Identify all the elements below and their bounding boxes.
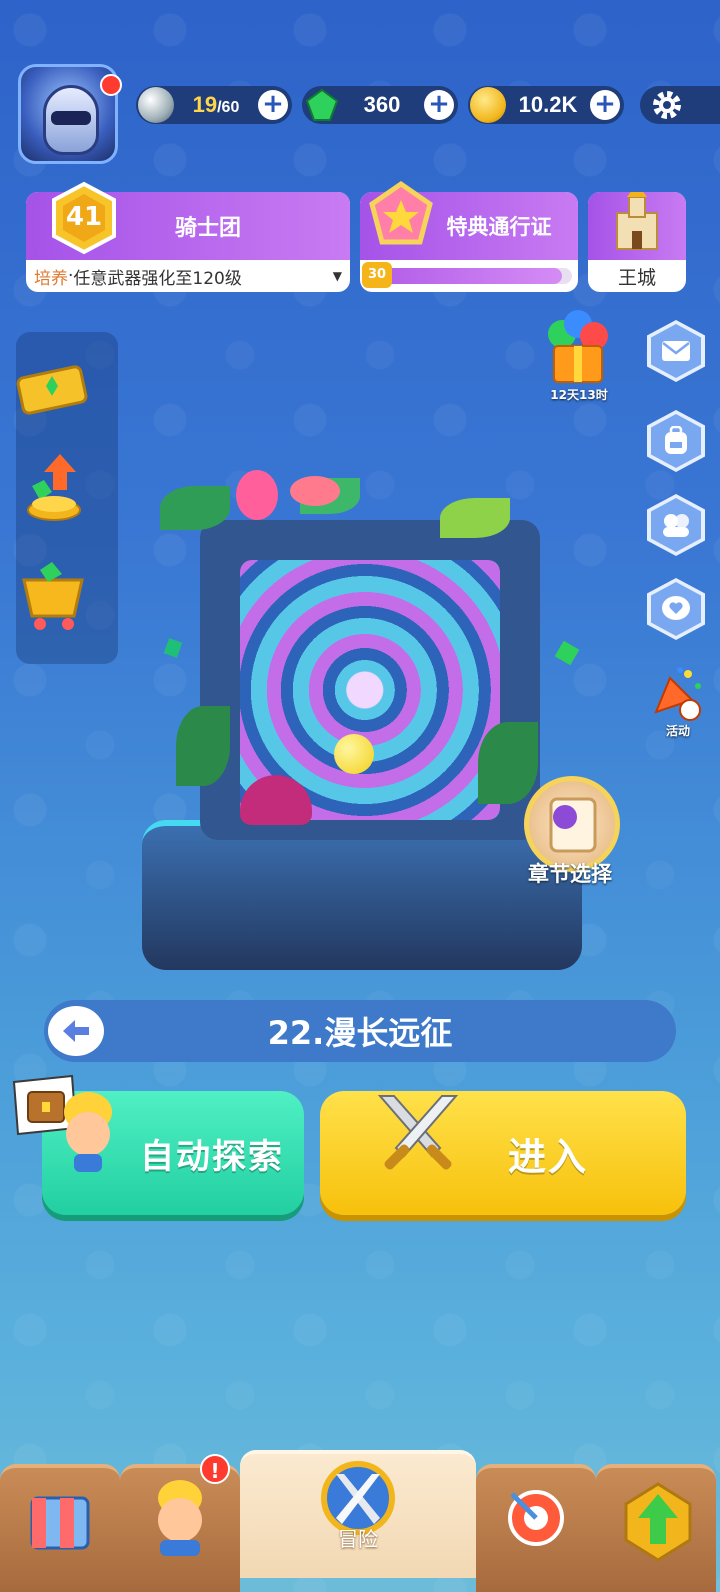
dropdown-arrow-icon: ▼	[332, 269, 342, 283]
growth-fund-button[interactable]	[10, 446, 94, 530]
gem-counter[interactable]: 360 +	[302, 86, 458, 124]
nav-weapons-tab[interactable]	[476, 1464, 596, 1592]
gem-shard	[554, 640, 580, 666]
chapter-select-label: 章节选择	[528, 862, 612, 886]
gem-value: 360	[363, 92, 401, 117]
mail-icon	[651, 324, 701, 378]
gold-ticket-icon	[16, 365, 88, 415]
leaf-decoration	[440, 498, 510, 538]
guild-level: 41	[65, 202, 103, 232]
nav-adventure-tab[interactable]: 冒险	[240, 1450, 476, 1578]
shop-cart-button[interactable]	[10, 552, 94, 636]
stage-bar: 22.漫长远征	[44, 1000, 676, 1062]
gem-shard	[163, 638, 183, 658]
friends-button[interactable]	[647, 494, 705, 556]
shop-cart-icon	[22, 562, 84, 630]
coin-value: 10.2K	[518, 92, 578, 117]
battle-pass-level: 30	[362, 262, 392, 288]
gift-timer: 12天13时	[550, 388, 608, 402]
scroll-map-icon	[549, 797, 597, 853]
hero-character-icon	[56, 1088, 118, 1174]
arrow-left-icon	[63, 1020, 89, 1042]
gold-ticket-button[interactable]	[10, 346, 94, 430]
adventure-label: 冒险	[338, 1527, 378, 1551]
stage-title: 22.漫长远征	[267, 1014, 453, 1052]
castle-icon	[588, 192, 686, 260]
gift-balloon-icon	[548, 310, 608, 383]
mail-button[interactable]	[647, 320, 705, 382]
party-popper-icon	[654, 667, 701, 721]
hero-notification-badge: !	[200, 1454, 230, 1484]
gift-balloons-button[interactable]	[542, 306, 614, 390]
yellow-orb	[334, 734, 374, 774]
nav-shop-tab[interactable]	[0, 1464, 120, 1592]
energy-counter[interactable]: 19/60 +	[136, 86, 292, 124]
shop-stall-icon	[30, 1496, 90, 1550]
gear-icon	[653, 91, 681, 119]
progress-fill	[366, 268, 562, 284]
coin-icon	[470, 87, 506, 123]
helmet-visor	[51, 111, 91, 125]
chat-button[interactable]	[647, 578, 705, 640]
coin-counter[interactable]: 10.2K +	[468, 86, 624, 124]
energy-value: 19/60	[192, 92, 240, 117]
add-coins-button[interactable]: +	[590, 90, 620, 120]
guild-task: 培养 · 任意武器强化至120级 ▼	[34, 266, 342, 289]
backpack-button[interactable]	[647, 410, 705, 472]
guild-level-badge: 41	[46, 180, 122, 256]
events-label: 活动	[665, 724, 690, 738]
crossed-swords-icon	[370, 1092, 466, 1180]
nav-upgrade-tab[interactable]	[596, 1464, 716, 1592]
notification-dot	[100, 74, 122, 96]
gems-coins-arrow-icon	[27, 454, 81, 521]
battle-pass-progress: 30	[360, 260, 578, 292]
leaf-decoration	[176, 706, 230, 786]
castle-button[interactable]: 王城	[588, 192, 686, 292]
events-button[interactable]	[650, 664, 706, 722]
leaf-decoration	[160, 486, 230, 530]
backpack-icon	[651, 414, 701, 468]
add-energy-button[interactable]: +	[258, 90, 288, 120]
settings-button[interactable]	[640, 86, 720, 124]
pink-flower-bud	[236, 470, 278, 520]
castle-label: 王城	[617, 266, 656, 289]
portal-platform	[142, 820, 582, 970]
target-arrow-icon	[508, 1490, 564, 1546]
friends-icon	[651, 498, 701, 552]
nav-heroes-tab[interactable]	[120, 1464, 240, 1592]
previous-stage-button[interactable]	[48, 1006, 104, 1056]
pearl-icon	[138, 87, 174, 123]
hero-portrait-icon	[158, 1480, 202, 1556]
emerald-icon	[304, 87, 340, 123]
upgrade-arrow-icon	[624, 1482, 692, 1562]
enter-label: 进入	[507, 1134, 588, 1179]
heart-chat-icon	[651, 582, 701, 636]
star-medal-icon	[364, 180, 438, 254]
pink-flower	[290, 476, 340, 506]
add-gems-button[interactable]: +	[424, 90, 454, 120]
auto-explore-label: 自动探索	[140, 1136, 284, 1177]
